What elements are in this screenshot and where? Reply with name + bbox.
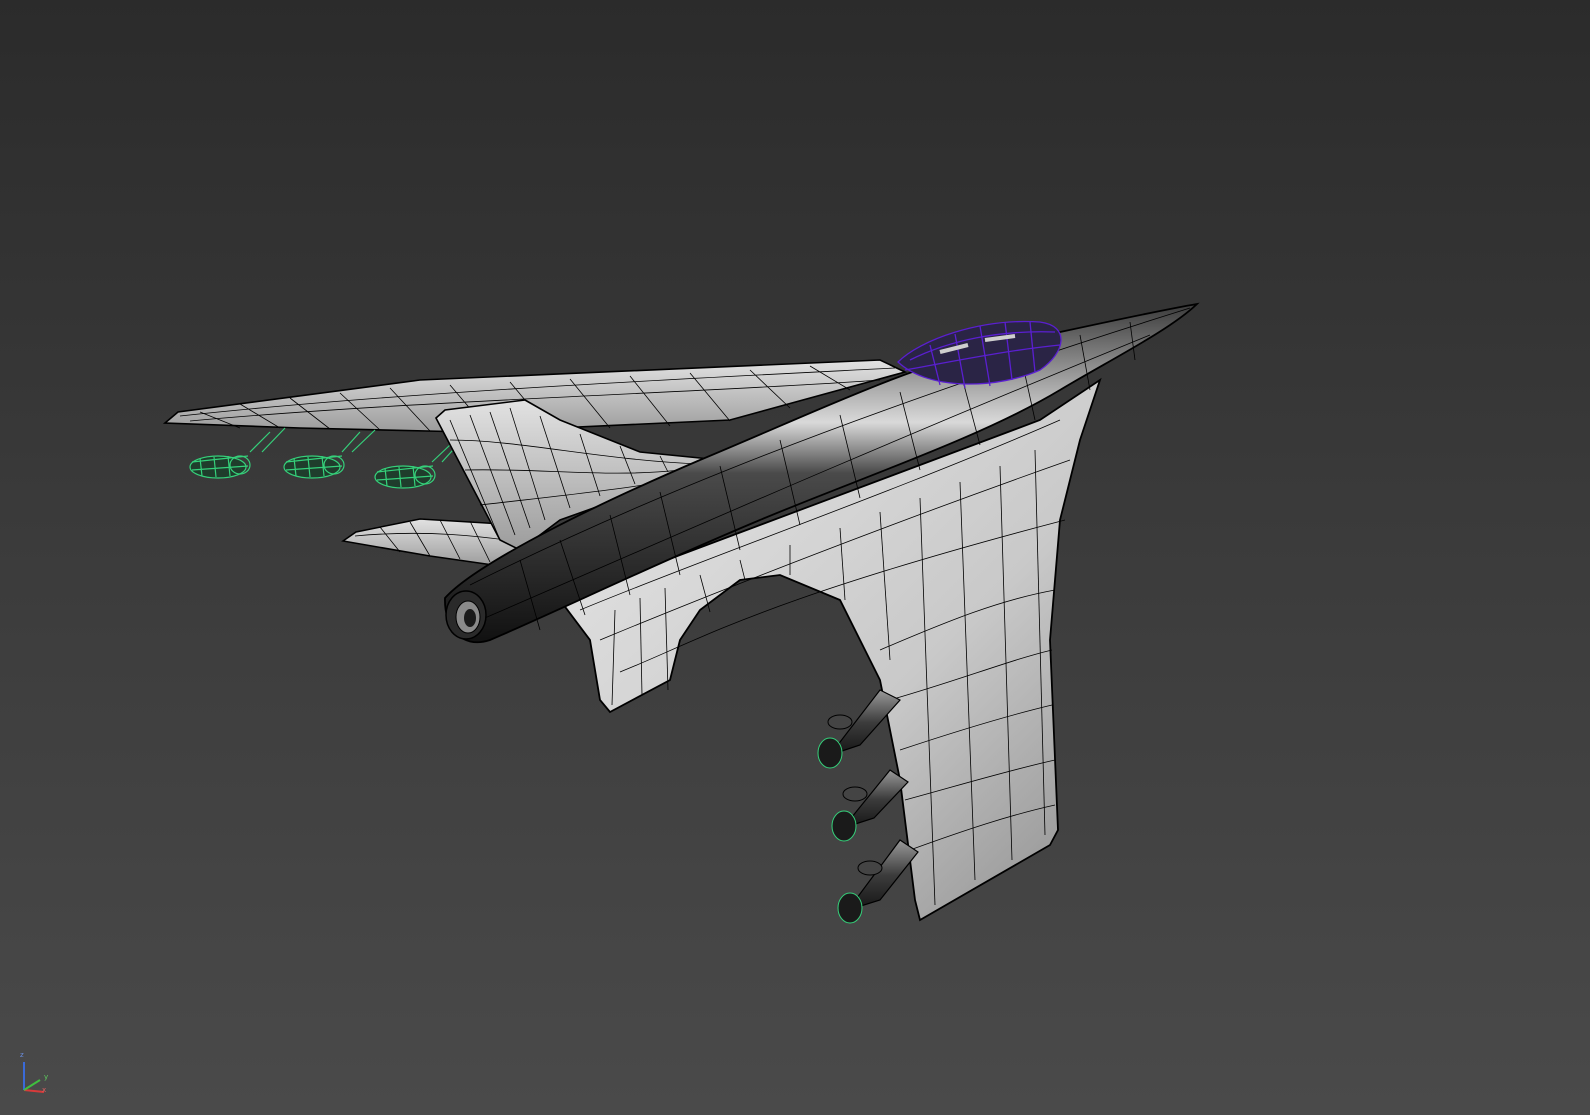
selected-engine-pods[interactable] <box>189 427 463 489</box>
axis-y-label: y <box>44 1073 49 1081</box>
engine-pod-green-3[interactable] <box>374 439 463 489</box>
engine-pod-2[interactable] <box>831 769 909 842</box>
axis-z-label: z <box>20 1051 24 1059</box>
exhaust-nozzle <box>445 590 487 640</box>
aircraft-model[interactable] <box>0 0 1590 1115</box>
engine-pod-green-2[interactable] <box>283 429 376 479</box>
axis-x-label: x <box>42 1086 47 1094</box>
engine-pod-green-1[interactable] <box>189 427 286 479</box>
axis-gizmo: z y x <box>14 1052 54 1098</box>
engine-pod-1[interactable] <box>817 689 901 769</box>
engine-pod-3[interactable] <box>837 839 919 924</box>
x-axis-line <box>23 1089 45 1093</box>
3d-viewport[interactable]: z y x <box>0 0 1590 1115</box>
y-axis-line <box>23 1079 41 1091</box>
